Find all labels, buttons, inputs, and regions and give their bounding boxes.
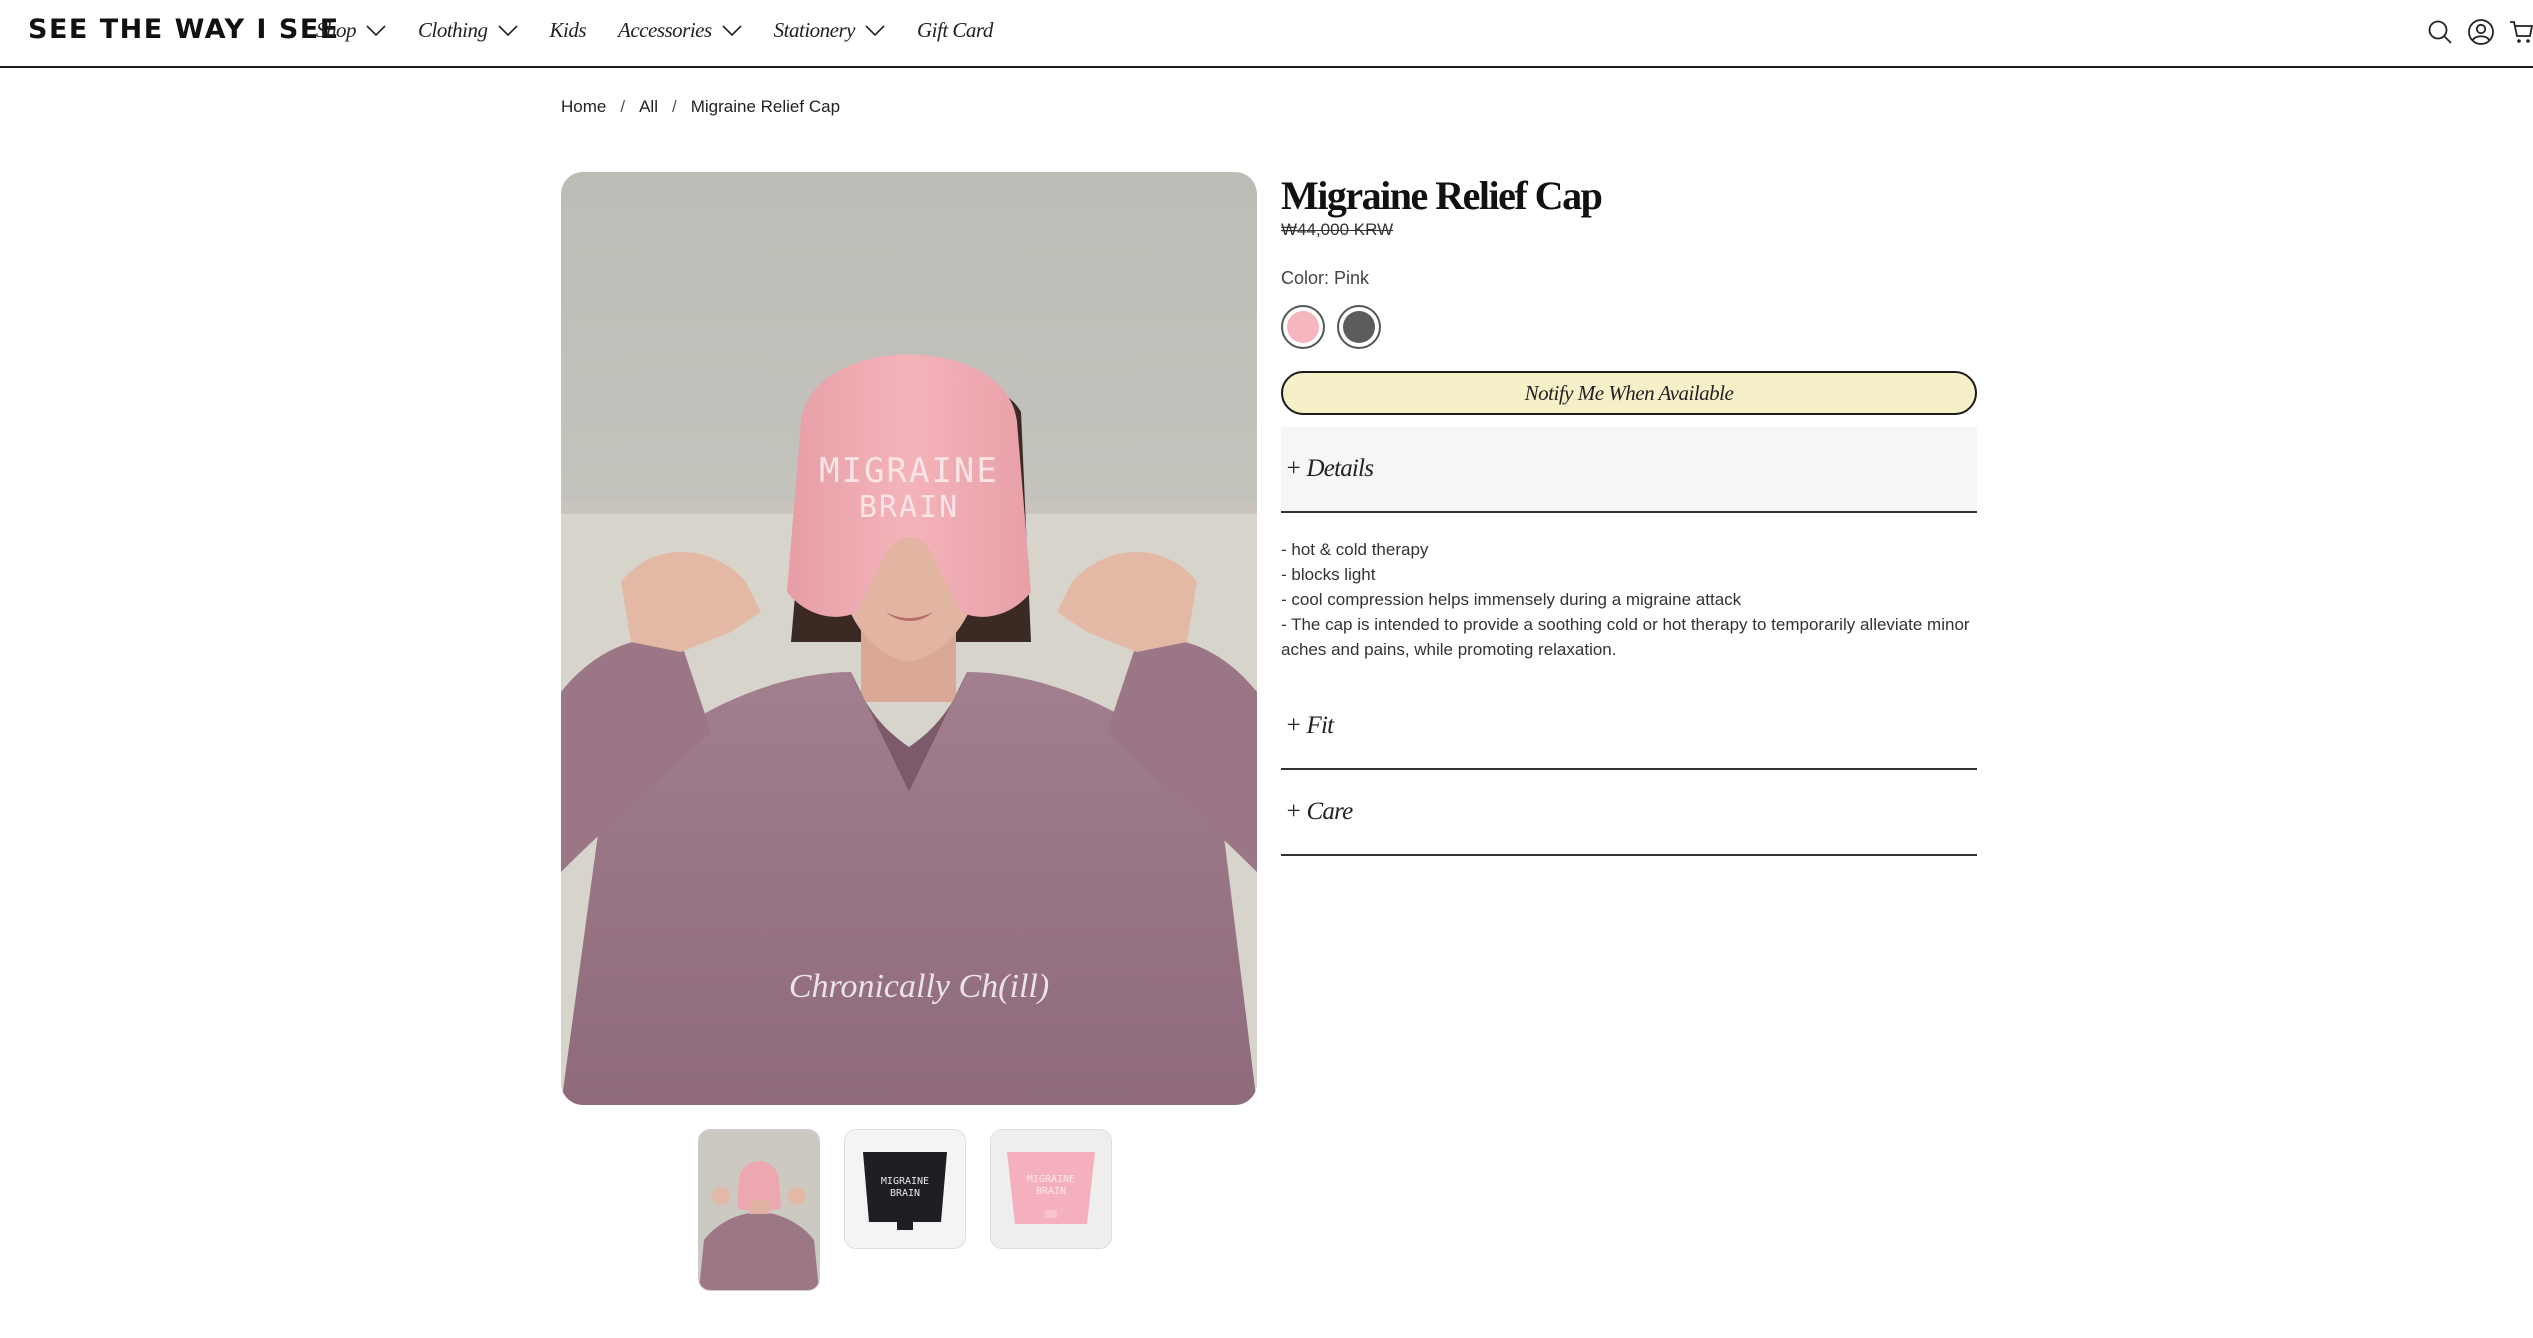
thumb-text: BRAIN — [890, 1188, 920, 1199]
thumbnail-pink-cap[interactable]: MIGRAINE BRAIN — [990, 1129, 1112, 1249]
chevron-down-icon — [722, 18, 742, 43]
nav-clothing-label: Clothing — [418, 18, 488, 42]
product-price: ₩44,000 KRW — [1281, 220, 1977, 240]
thumbnail-black-cap[interactable]: MIGRAINE BRAIN — [844, 1129, 966, 1249]
nav-shop[interactable]: Shop — [316, 18, 386, 43]
cap-text-line1: MIGRAINE — [819, 451, 999, 491]
chevron-down-icon — [366, 18, 386, 43]
breadcrumb-separator: / — [672, 97, 677, 116]
nav-accessories[interactable]: Accessories — [618, 18, 742, 43]
details-line: - hot & cold therapy — [1281, 540, 1429, 559]
price-value: ₩44,000 KRW — [1281, 220, 1394, 239]
breadcrumb-home[interactable]: Home — [561, 97, 606, 117]
details-line: - The cap is intended to provide a sooth… — [1281, 615, 1970, 659]
accordion-care[interactable]: + Care — [1281, 770, 1977, 856]
hoodie-text: Chronically Ch(ill) — [789, 968, 1049, 1005]
chevron-down-icon — [497, 18, 518, 43]
breadcrumb-all[interactable]: All — [639, 97, 658, 117]
main-product-image[interactable]: MIGRAINE BRAIN Chronically Ch(ill) — [561, 172, 1257, 1105]
accordion-details[interactable]: + Details — [1281, 427, 1977, 513]
thumbnail-model[interactable] — [698, 1129, 820, 1291]
nav-kids[interactable]: Kids — [550, 18, 587, 43]
product-info: Migraine Relief Cap ₩44,000 KRW Color: P… — [1281, 168, 1977, 856]
swatch-charcoal[interactable] — [1337, 305, 1381, 349]
nav-gift-card-label: Gift Card — [917, 18, 993, 42]
nav-gift-card[interactable]: Gift Card — [917, 18, 993, 43]
main-nav: Shop Clothing Kids Accessories Stationer… — [316, 18, 1025, 43]
chevron-down-icon — [865, 18, 885, 43]
nav-clothing[interactable]: Clothing — [418, 18, 518, 43]
nav-kids-label: Kids — [549, 18, 587, 42]
logo[interactable]: SEE THE WAY I SEE — [28, 14, 340, 45]
swatch-pink[interactable] — [1281, 305, 1325, 349]
breadcrumb-separator: / — [620, 97, 626, 116]
thumbnail-strip: MIGRAINE BRAIN MIGRAINE BRAIN — [698, 1129, 1136, 1291]
details-content: - hot & cold therapy - blocks light - co… — [1281, 537, 1977, 684]
breadcrumb: Home / All / Migraine Relief Cap — [561, 97, 840, 117]
breadcrumb-current: Migraine Relief Cap — [690, 97, 841, 116]
nav-accessories-label: Accessories — [618, 18, 712, 42]
color-label: Color: Pink — [1281, 268, 1370, 288]
product-title: Migraine Relief Cap — [1281, 173, 1603, 218]
swatch-charcoal-fill — [1343, 311, 1375, 343]
nav-stationery[interactable]: Stationery — [774, 18, 885, 43]
accordion-fit[interactable]: + Fit — [1281, 684, 1977, 770]
nav-stationery-label: Stationery — [773, 18, 856, 42]
header-icons — [2413, 18, 2533, 46]
account-icon[interactable] — [2467, 18, 2495, 46]
search-icon[interactable] — [2427, 19, 2453, 45]
thumb-text: MIGRAINE — [881, 1176, 929, 1187]
cap-text-line2: BRAIN — [859, 490, 959, 525]
thumb-text: MIGRAINE — [1027, 1174, 1075, 1185]
site-header: SEE THE WAY I SEE Shop Clothing Kids Acc… — [0, 0, 2533, 68]
details-line: - cool compression helps immensely durin… — [1281, 590, 1742, 609]
color-swatches — [1281, 305, 1977, 349]
notify-me-button[interactable]: Notify Me When Available — [1281, 371, 1977, 415]
details-line: - blocks light — [1281, 565, 1376, 584]
swatch-pink-fill — [1287, 311, 1319, 343]
thumb-text: BRAIN — [1036, 1186, 1066, 1197]
nav-shop-label: Shop — [316, 18, 357, 42]
cart-icon[interactable] — [2509, 19, 2533, 45]
